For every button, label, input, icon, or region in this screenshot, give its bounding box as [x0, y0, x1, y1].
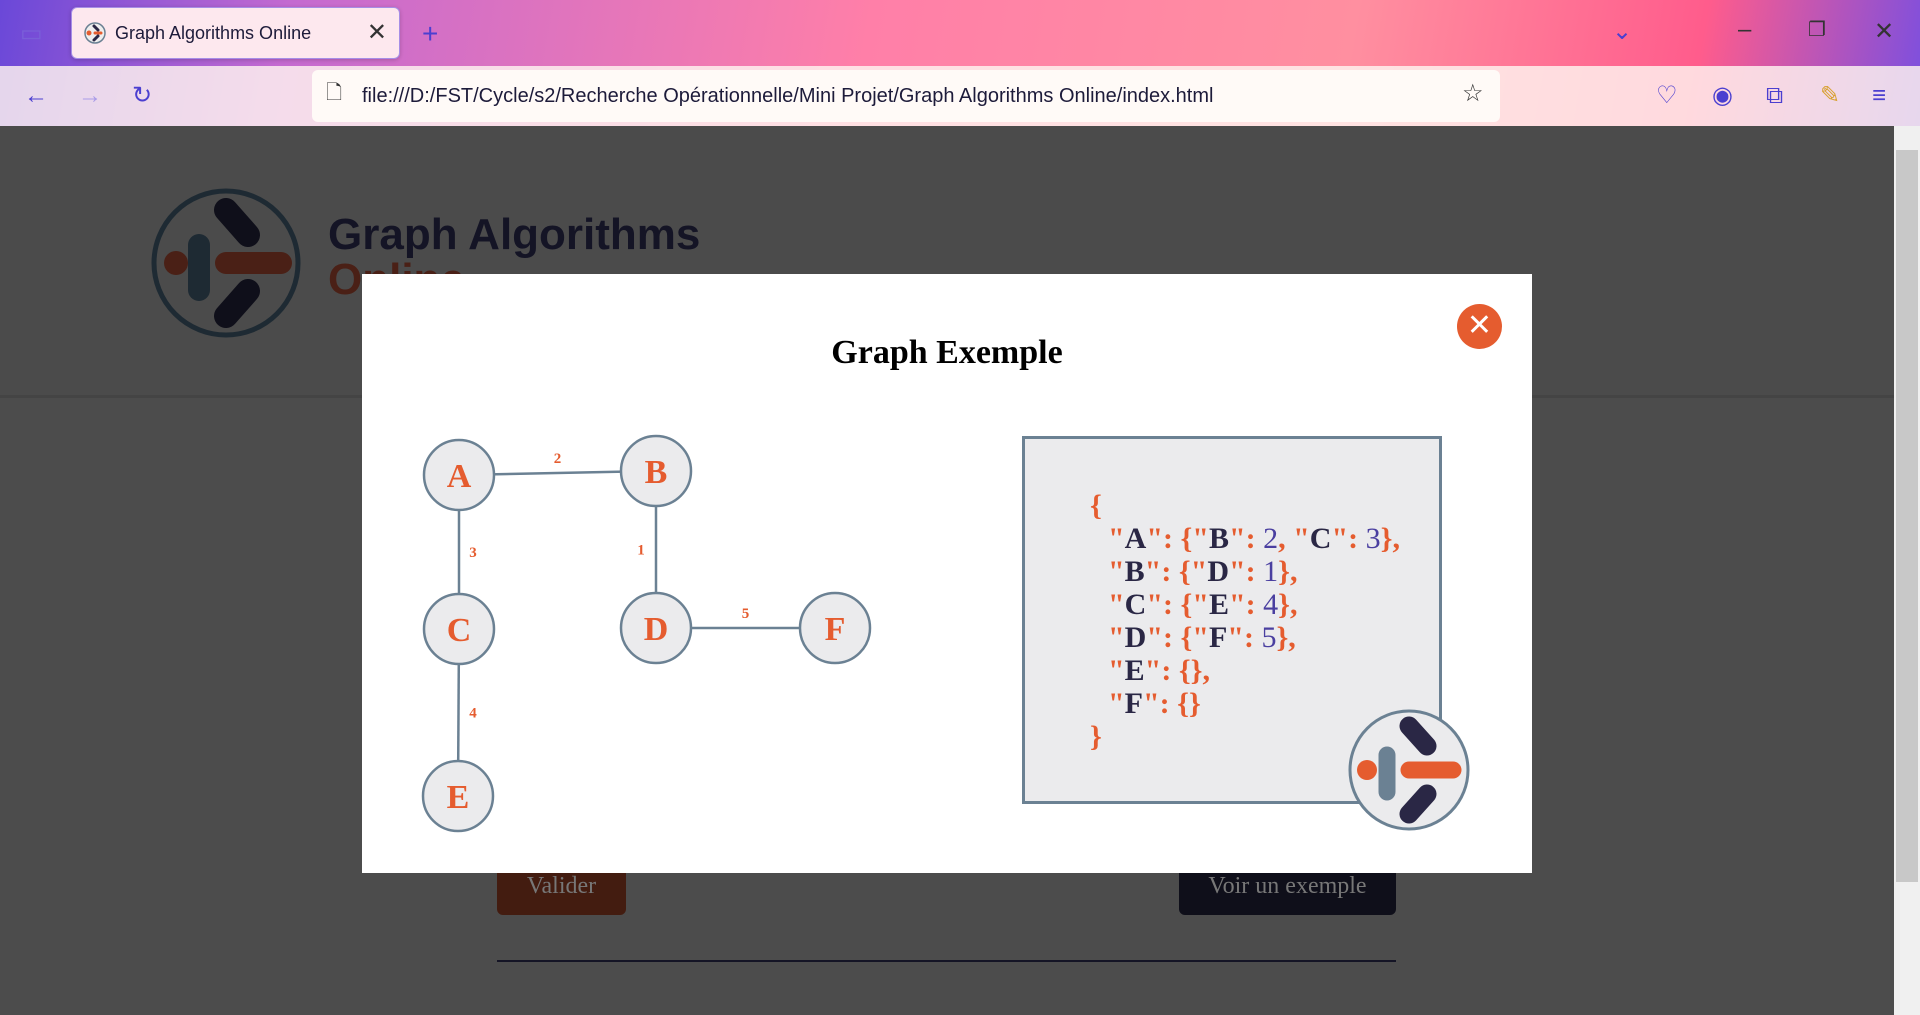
- tab-title: Graph Algorithms Online: [115, 23, 312, 43]
- json-line: "B": {"D": 1},: [1108, 555, 1298, 588]
- page-icon: 🗋: [326, 82, 343, 104]
- json-line: "C": {"E": 4},: [1108, 588, 1298, 621]
- edge-weight-label: 3: [469, 545, 477, 561]
- edge-weight-label: 5: [742, 606, 750, 622]
- edge-weight-label: 4: [469, 706, 477, 722]
- x-icon: ✕: [1466, 309, 1493, 342]
- json-line: "D": {"F": 5},: [1108, 621, 1296, 654]
- forward-icon[interactable]: →: [78, 84, 102, 108]
- favicon-icon: [84, 22, 106, 44]
- restore-icon[interactable]: ❐: [1808, 20, 1826, 40]
- node-label: D: [644, 611, 669, 648]
- url-bar[interactable]: 🗋 file:///D:/FST/Cycle/s2/Recherche Opér…: [312, 70, 1500, 122]
- extensions-icon[interactable]: ⧉: [1766, 84, 1783, 108]
- node-label: B: [645, 454, 668, 491]
- browser-tab[interactable]: Graph Algorithms Online ✕: [71, 7, 400, 59]
- site-title: Graph Algorithms: [328, 210, 701, 259]
- pocket-icon[interactable]: ♡: [1656, 84, 1678, 108]
- edge-weight-label: 2: [554, 451, 562, 467]
- modal-close-button[interactable]: ✕: [1457, 304, 1502, 349]
- reload-icon[interactable]: ↻: [132, 84, 152, 108]
- bookmark-star-icon[interactable]: ☆: [1462, 82, 1484, 106]
- tab-overview-icon[interactable]: ▭: [20, 22, 43, 46]
- node-label: C: [447, 612, 472, 649]
- example-graph: 2 3 1 4 5 A B C D E F: [421, 434, 872, 833]
- json-line: {: [1090, 489, 1102, 522]
- window-close-icon[interactable]: ✕: [1874, 20, 1894, 44]
- new-tab-icon[interactable]: +: [422, 20, 438, 48]
- back-icon[interactable]: ←: [24, 84, 48, 108]
- scrollbar-thumb[interactable]: [1896, 150, 1918, 882]
- site-logo: [151, 188, 301, 338]
- tab-list-chevron-icon[interactable]: ⌄: [1612, 20, 1632, 44]
- graph-logo-badge: [1348, 709, 1470, 831]
- menu-icon[interactable]: ≡: [1872, 84, 1886, 108]
- minimize-icon[interactable]: –: [1738, 18, 1751, 42]
- tab-close-icon[interactable]: ✕: [367, 18, 387, 47]
- divider: [497, 960, 1396, 962]
- edge-weight-label: 1: [637, 543, 645, 559]
- example-modal: Graph Exemple ✕ 23145ABCDEF {"A": {"B": …: [362, 274, 1532, 873]
- node-label: F: [825, 611, 846, 648]
- customize-icon[interactable]: ✎: [1820, 84, 1840, 108]
- account-icon[interactable]: ◉: [1712, 84, 1733, 108]
- json-line: "E": {},: [1108, 654, 1210, 687]
- node-label: A: [447, 458, 472, 495]
- json-line: "A": {"B": 2, "C": 3},: [1108, 522, 1400, 555]
- node-label: E: [447, 779, 470, 816]
- url-text: file:///D:/FST/Cycle/s2/Recherche Opérat…: [362, 85, 1214, 107]
